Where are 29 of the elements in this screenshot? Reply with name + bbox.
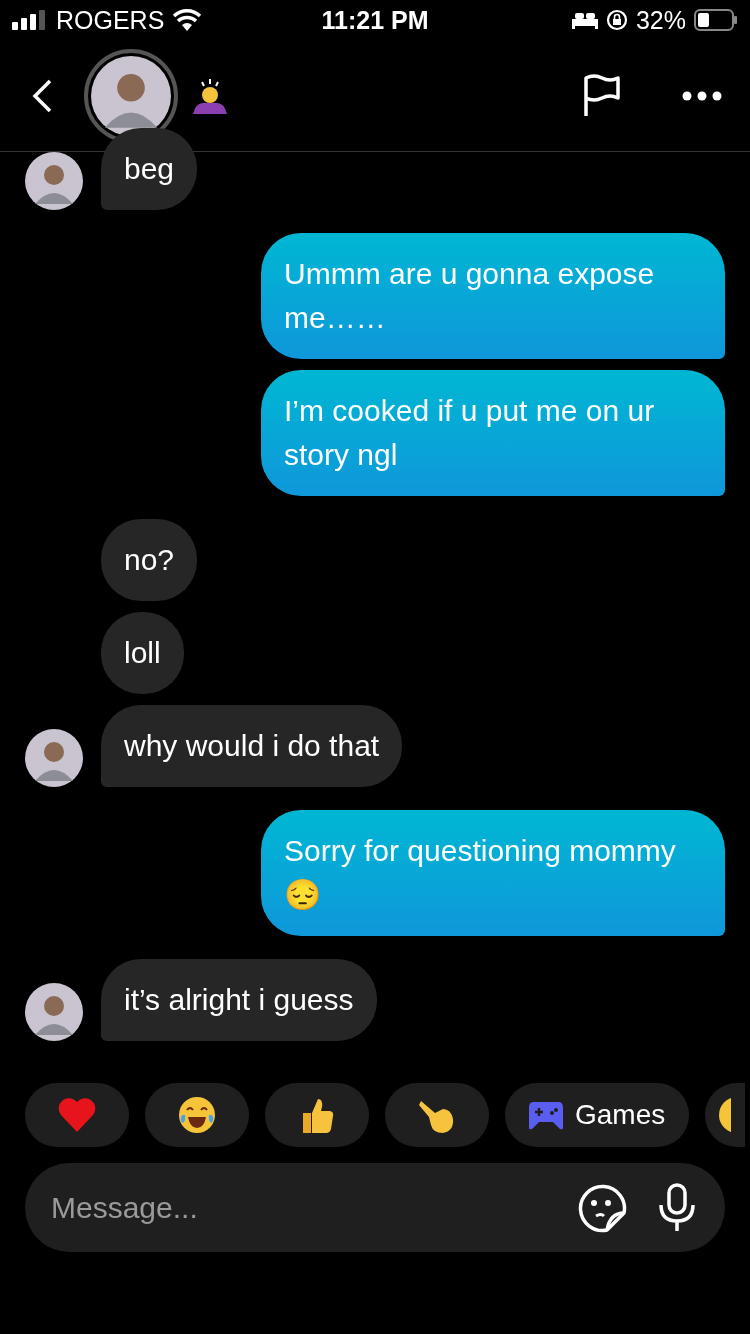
battery-percent: 32% [635,5,686,35]
more-options-icon[interactable] [682,90,722,101]
message-field[interactable]: Message... [25,1163,725,1252]
game-controller-icon [529,1100,563,1130]
sticker-icon[interactable] [577,1182,627,1233]
bed-icon [571,11,598,29]
clock-time: 11:21 PM [321,5,429,35]
microphone-icon[interactable] [657,1182,697,1233]
rotation-lock-icon [605,9,628,31]
games-button[interactable]: Games [505,1083,690,1147]
back-button[interactable] [30,77,54,114]
reaction-button[interactable] [705,1083,746,1147]
message-bubble: I’m cooked if u put me on ur story ngl [261,370,725,496]
emoji-face-icon [717,1095,732,1135]
message-bubble: Ummm are u gonna expose me…… [261,233,725,359]
laughing-face-icon [177,1095,217,1135]
heart-icon [57,1097,97,1133]
message-bubble: loll [101,612,184,694]
battery-icon [694,9,738,31]
message-bubble: it’s alright i guess [101,959,377,1041]
flag-icon[interactable] [582,73,622,118]
message-bubble: Sorry for questioning mommy 😔 [261,810,725,936]
message-input[interactable]: Message... [51,1190,547,1225]
message-bubble: why would i do that [101,705,403,787]
message-bubble: no? [101,519,198,601]
wifi-icon [172,9,203,31]
signal-icon [12,10,48,30]
carrier-name: ROGERS [56,5,165,35]
message-bubble: beg [101,128,198,210]
